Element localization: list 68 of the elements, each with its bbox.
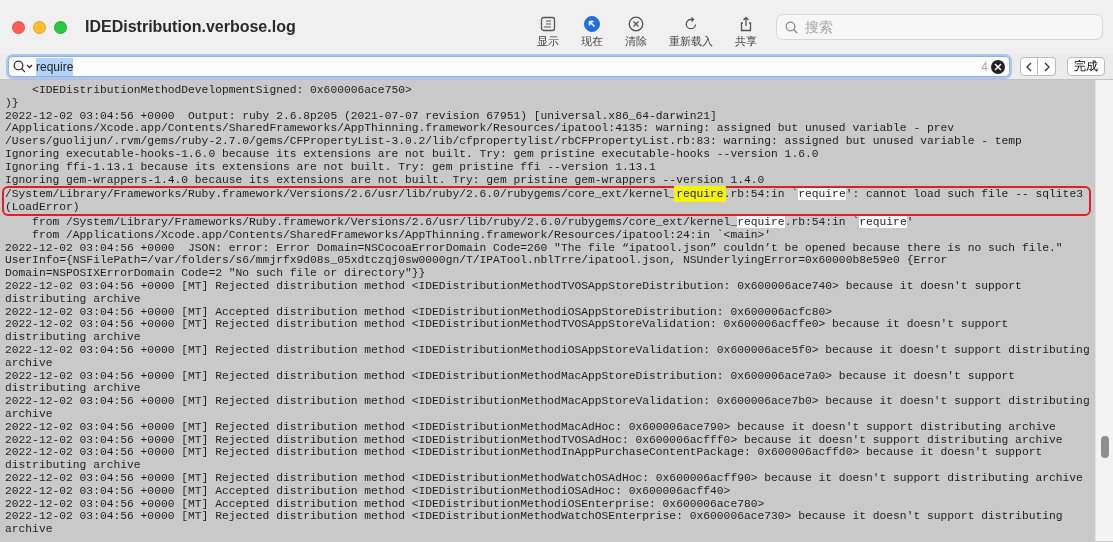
log-line: 2022-12-02 03:04:56 +0000 [MT] Rejected distribution method <IDEDistributionMethodInAppPurchaseContentPackage: 0x600006acffd0> because it doesn't support bbox=[5, 446, 1044, 460]
log-line: (LoadError) bbox=[5, 201, 81, 214]
log-text: ': cannot load such file -- sqlite3 bbox=[845, 188, 1083, 201]
search-icon bbox=[785, 21, 798, 34]
log-line: archive bbox=[5, 523, 54, 536]
log-line: /Users/guolijun/.rvm/gems/ruby-2.7.0/gems/CFPropertyList-3.0.2/lib/cfpropertylist/rbCFPropertyList.rb:83: warning: assigned but unused variable - temp bbox=[5, 135, 1023, 148]
match-count: 4 bbox=[981, 58, 988, 76]
window-title: IDEDistribution.verbose.log bbox=[85, 17, 296, 37]
log-line: 2022-12-02 03:04:56 +0000 [MT] Rejected distribution method <IDEDistributionMethodMacAppStoreValidation: 0x600006ace7b0> because it doesn't support distributing bbox=[5, 395, 1091, 408]
reload-icon bbox=[683, 15, 699, 32]
chevron-right-icon bbox=[1043, 61, 1050, 72]
toolbar-button[interactable]: 现在 bbox=[578, 15, 606, 47]
log-line: distributing archive bbox=[5, 331, 142, 344]
window-control-button[interactable] bbox=[54, 20, 67, 34]
log-line: Domain=NSPOSIXErrorDomain Code=2 "No such file or directory"}} bbox=[5, 267, 427, 280]
previous-button[interactable] bbox=[1020, 57, 1038, 76]
close-icon bbox=[994, 62, 1002, 71]
log-line: 2022-12-02 03:04:56 +0000 [MT] Rejected distribution method <IDEDistributionMethodMacAppStoreDistribution: 0x600006ace7a0> because it doesn't support bbox=[5, 369, 1017, 383]
log-line: 2022-12-02 03:04:56 +0000 [MT] Rejected distribution method <IDEDistributionMethodWatchOSEnterprise: 0x600006ace730> because it doesn't support distributing bbox=[5, 510, 1064, 524]
clear-icon bbox=[628, 15, 644, 32]
log-text: .rb:54:in ` bbox=[723, 188, 799, 201]
log-text: .rb:54:in ` bbox=[784, 215, 860, 228]
toolbar-button[interactable]: 显示 bbox=[534, 15, 562, 47]
log-line: 2022-12-02 03:04:56 +0000 JSON: error: Error Domain=NSCocoaErrorDomain Code=260 "The file “ipatool.json” couldn’t be opened because there is no such file." bbox=[5, 241, 1064, 255]
find-field[interactable]: require 4 bbox=[8, 56, 1010, 77]
scrollbar[interactable] bbox=[1095, 80, 1113, 541]
share-icon bbox=[738, 15, 754, 32]
log-line: 2022-12-02 03:04:56 +0000 [MT] Accepted distribution method <IDEDistributionMethodiOSAppStoreDistribution: 0x600006acfc80> bbox=[5, 305, 834, 319]
log-line: archive bbox=[5, 407, 54, 421]
done-button[interactable]: 完成 bbox=[1067, 57, 1105, 76]
log-line: 2022-12-02 03:04:56 +0000 Output: ruby 2.6.8p205 (2021-07-07 revision 67951) [universal.x86_64-darwin21] bbox=[5, 109, 718, 123]
log-line: Ignoring executable-hooks-1.6.0 because its extensions are not built. Try: gem pristine executable-hooks --version 1.6.0 bbox=[5, 148, 820, 161]
log-line: UserInfo={NSFilePath=/var/folders/s6/mmjrfx9d08s_05xdtczqj0sw0000gn/T/IPATool.nblTrre/ipatool.json, NSUnderlyingError=0x60000b8e59e0 {Error bbox=[5, 254, 949, 268]
toolbar-button[interactable]: 重新载入 bbox=[666, 15, 716, 47]
window-control-button[interactable] bbox=[12, 20, 25, 34]
log-line: 2022-12-02 03:04:56 +0000 [MT] Rejected distribution method <IDEDistributionMethodTVOSAppStoreDistribution: 0x600006ace740> because it doesn't support bbox=[5, 279, 1023, 293]
log-text: /System/Library/Frameworks/Ruby.framework/Versions/2.6/usr/lib/ruby/2.6.0/rubygems/core_ext/kernel_ bbox=[5, 188, 677, 201]
chevron-left-icon bbox=[1026, 61, 1032, 72]
log-line: /Applications/Xcode.app/Contents/SharedFrameworks/AppThinning.framework/Resources/ipatool:4135: warning: assigned but unused variable - prev bbox=[5, 122, 956, 136]
log-line: distributing archive bbox=[5, 382, 142, 396]
log-line: 2022-12-02 03:04:56 +0000 [MT] Accepted distribution method <IDEDistributionMethodiOSAdHoc: 0x600006acff40> bbox=[5, 484, 732, 498]
toolbar-button[interactable]: 清除 bbox=[622, 15, 650, 47]
log-line: 2022-12-02 03:04:56 +0000 [MT] Rejected distribution method <IDEDistributionMethodWatchOSAdHoc: 0x600006acff90> because it doesn't support distributing archive bbox=[5, 471, 1084, 485]
log-line: )} bbox=[5, 96, 20, 110]
next-button[interactable] bbox=[1038, 57, 1056, 76]
log-text: ' bbox=[906, 215, 914, 228]
search-icon[interactable] bbox=[13, 60, 33, 73]
log-line: 2022-12-02 03:04:56 +0000 [MT] Rejected distribution method <IDEDistributionMethodMacAdHoc: 0x600006ace790> because it doesn't support distributing archive bbox=[5, 420, 1057, 434]
log-line: 2022-12-02 03:04:56 +0000 [MT] Rejected distribution method <IDEDistributionMethodiOSAppStoreValidation: 0x600006ace5f0> because it doesn't support distributing bbox=[5, 343, 1091, 357]
log-line: 2022-12-02 03:04:56 +0000 [MT] Rejected distribution method <IDEDistributionMethodTVOSAdHoc: 0x600006acfff0> because it doesn't support distributing archive bbox=[5, 433, 1064, 447]
current-match-highlight: require bbox=[676, 188, 724, 201]
log-line: distributing archive bbox=[5, 292, 142, 306]
sidebar-icon bbox=[540, 15, 556, 32]
search-field[interactable]: 搜索 bbox=[776, 14, 1103, 40]
log-line: from /Applications/Xcode.app/Contents/SharedFrameworks/AppThinning.framework/Resources/ipatool:24:in `<main>' bbox=[31, 228, 773, 242]
log-line: archive bbox=[5, 356, 54, 370]
log-line: Ignoring gem-wrappers-1.4.0 because its extensions are not built. Try: gem pristine gem-wrappers --version 1.4.0 bbox=[5, 173, 766, 187]
log-line: <IDEDistributionMethodDevelopmentSigned: 0x600006ace750> bbox=[31, 84, 413, 97]
log-text: from /System/Library/Frameworks/Ruby.framework/Versions/2.6/usr/lib/ruby/2.6.0/rubygems/core_ext/kernel_ bbox=[31, 215, 738, 228]
log-line: Ignoring ffi-1.13.1 because its extensions are not built. Try: gem pristine ffi --version 1.13.1 bbox=[5, 160, 657, 174]
clear-button[interactable] bbox=[991, 59, 1005, 74]
window-control-button[interactable] bbox=[33, 20, 46, 34]
match-highlight: require bbox=[798, 188, 846, 201]
log-line: 2022-12-02 03:04:56 +0000 [MT] Accepted distribution method <IDEDistributionMethodiOSEnterprise: 0x600006ace780> bbox=[5, 497, 766, 511]
log-line: distributing archive bbox=[5, 459, 142, 472]
toolbar-button[interactable]: 共享 bbox=[732, 15, 760, 47]
scrollbar-thumb[interactable] bbox=[1101, 436, 1109, 458]
log-line: 2022-12-02 03:04:56 +0000 [MT] Rejected distribution method <IDEDistributionMethodTVOSAppStoreValidation: 0x600006acffe0> because it doesn't support bbox=[5, 318, 1010, 332]
